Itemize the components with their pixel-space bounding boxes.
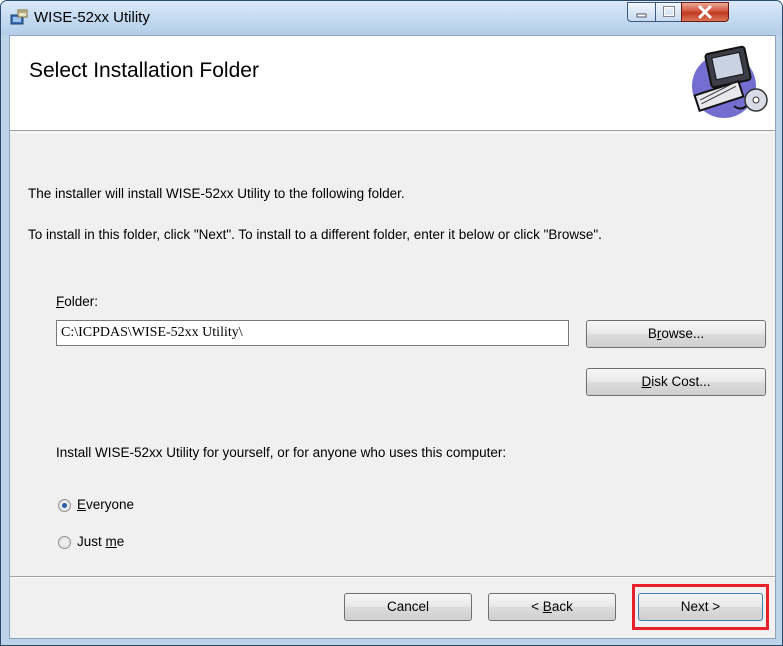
computer-cd-icon (692, 45, 768, 118)
everyone-radio[interactable] (58, 499, 71, 512)
maximize-icon (663, 6, 675, 17)
install-for-prompt: Install WISE-52xx Utility for yourself, … (56, 445, 507, 460)
maximize-button[interactable] (655, 2, 682, 22)
header-banner: Select Installation Folder (10, 36, 775, 131)
instructions-text: To install in this folder, click "Next".… (28, 227, 602, 242)
banner-separator (10, 132, 775, 133)
next-button-highlight (632, 584, 769, 630)
installer-icon (10, 9, 28, 25)
just-me-radio[interactable] (58, 536, 71, 549)
minimize-icon (636, 13, 647, 18)
disk-cost-button[interactable]: Disk Cost... (586, 368, 766, 396)
close-button[interactable] (681, 2, 729, 22)
everyone-label[interactable]: Everyone (77, 497, 134, 512)
window-title: WISE-52xx Utility (34, 9, 150, 26)
just-me-label[interactable]: Just me (77, 534, 124, 549)
close-icon (698, 5, 712, 19)
back-button[interactable]: < Back (488, 593, 616, 621)
title-bar[interactable]: WISE-52xx Utility (1, 1, 782, 35)
browse-button[interactable]: Browse... (586, 320, 766, 348)
page-title: Select Installation Folder (29, 59, 259, 82)
folder-label: Folder: (56, 294, 99, 309)
footer-separator-highlight (10, 577, 775, 578)
intro-text: The installer will install WISE-52xx Uti… (28, 186, 405, 201)
installer-window: WISE-52xx Utility Select Installation Fo… (0, 0, 783, 646)
folder-path-input[interactable] (56, 320, 569, 346)
minimize-button[interactable] (627, 2, 656, 22)
cancel-button[interactable]: Cancel (344, 593, 472, 621)
dialog-client: Select Installation Folder The installer… (9, 35, 776, 639)
